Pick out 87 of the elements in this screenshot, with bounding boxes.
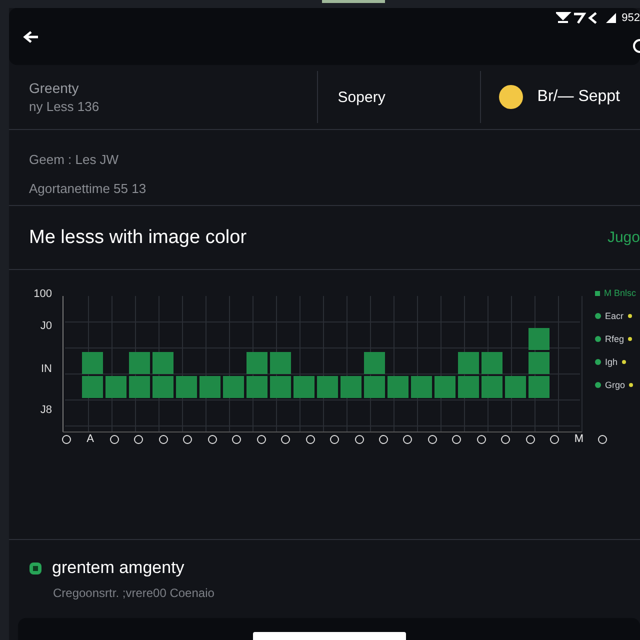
chart-block: [411, 376, 432, 398]
x-axis-marker-icon: [330, 434, 340, 444]
legend-dot-icon: [628, 314, 632, 318]
chart-block: [82, 376, 103, 398]
chart-block: [482, 376, 502, 398]
x-axis-marker-icon: [208, 434, 217, 444]
item-subtitle: Cregoonsrtr. ;vrere00 Coenaio: [52, 586, 216, 600]
legend-dot-icon: [595, 359, 601, 365]
detail-text: Geem : Les JW: [29, 152, 120, 167]
summary-label: Br/— Seppt: [537, 88, 620, 106]
legend-dot-icon: [628, 337, 632, 341]
summary-title: Greenty: [29, 80, 80, 96]
chart-action-link[interactable]: Jugo: [607, 229, 640, 246]
x-axis-marker-icon: [62, 434, 71, 444]
chart-block: [200, 376, 220, 398]
x-axis-marker-icon: [452, 434, 462, 444]
y-tick-label: 100: [34, 288, 52, 300]
chart-block: [294, 376, 314, 398]
chart-block: [223, 376, 244, 398]
chart-block: [364, 352, 385, 374]
chart-block: [106, 376, 126, 398]
x-axis-marker-icon: [403, 434, 412, 444]
chart-block: [434, 376, 456, 398]
legend-label: Igh: [605, 357, 618, 367]
x-axis-label: A: [86, 433, 95, 445]
summary-label: Sopery: [338, 88, 386, 106]
legend-dot-icon: [622, 360, 626, 364]
chat-icon[interactable]: [630, 38, 640, 54]
y-tick-label: J8: [40, 404, 52, 416]
item-title[interactable]: grentem amgenty: [52, 558, 184, 578]
chart-block: [340, 376, 362, 398]
signal-icons: [556, 12, 618, 24]
chart-block: [528, 352, 550, 374]
x-axis-marker-icon: [379, 434, 388, 444]
x-axis-marker-icon: [306, 434, 315, 444]
x-axis-marker-icon: [158, 434, 168, 444]
x-axis-marker-icon: [526, 434, 535, 444]
chart-block: [152, 352, 174, 374]
y-tick-label: J0: [40, 320, 52, 332]
chart-block: [129, 376, 150, 398]
chart-title: Me lesss with image color: [29, 226, 247, 248]
top-indicator: [322, 0, 385, 3]
legend-label: Eacr: [605, 311, 624, 321]
x-axis-marker-icon: [354, 434, 364, 444]
x-axis-marker-icon: [476, 434, 486, 444]
back-arrow-icon[interactable]: [23, 30, 39, 44]
x-axis-marker-icon: [110, 434, 119, 444]
legend-label: Rfeg: [605, 334, 624, 344]
summary-subtitle: ny Less 136: [29, 99, 100, 114]
chart-block: [82, 352, 103, 374]
status-time: 952: [622, 12, 640, 24]
x-axis-label: M: [573, 433, 585, 445]
x-axis-marker-icon: [598, 434, 608, 444]
x-axis-marker-icon: [183, 434, 192, 444]
chart-block: [458, 376, 479, 398]
home-handle[interactable]: [252, 632, 406, 640]
x-axis-marker-icon: [428, 434, 437, 444]
chart-block: [482, 352, 502, 374]
chart-block: [528, 376, 550, 398]
x-axis-marker-icon: [134, 434, 144, 444]
chart-block: [176, 376, 197, 398]
x-axis-marker-icon: [232, 434, 242, 444]
chart-block: [388, 376, 408, 398]
legend-dot-icon: [595, 313, 601, 319]
app-icon: [29, 562, 42, 574]
y-tick-label: IN: [41, 363, 52, 375]
legend-dot-icon: [629, 383, 634, 387]
chart-block: [317, 376, 338, 398]
x-axis-marker-icon: [281, 434, 290, 444]
chart-block: [129, 352, 150, 374]
chart-block: [505, 376, 526, 398]
chart-block: [458, 352, 479, 374]
legend-dot-icon: [595, 382, 601, 388]
detail-text: Agortanettime 55 13: [29, 181, 148, 196]
chart-block: [270, 376, 291, 398]
x-axis-marker-icon: [550, 434, 560, 444]
x-axis-marker-icon: [256, 434, 266, 444]
x-axis-marker-icon: [501, 434, 510, 444]
chart-block: [270, 352, 291, 374]
legend-dot-icon: [595, 336, 601, 342]
legend-label: Grgo: [605, 380, 626, 390]
legend-title: M Bnlsc: [604, 288, 636, 298]
chart-block: [246, 376, 268, 398]
chart-block: [246, 352, 268, 374]
chart-block: [152, 376, 174, 398]
chart-block: [528, 328, 550, 350]
chart-block: [364, 376, 385, 398]
